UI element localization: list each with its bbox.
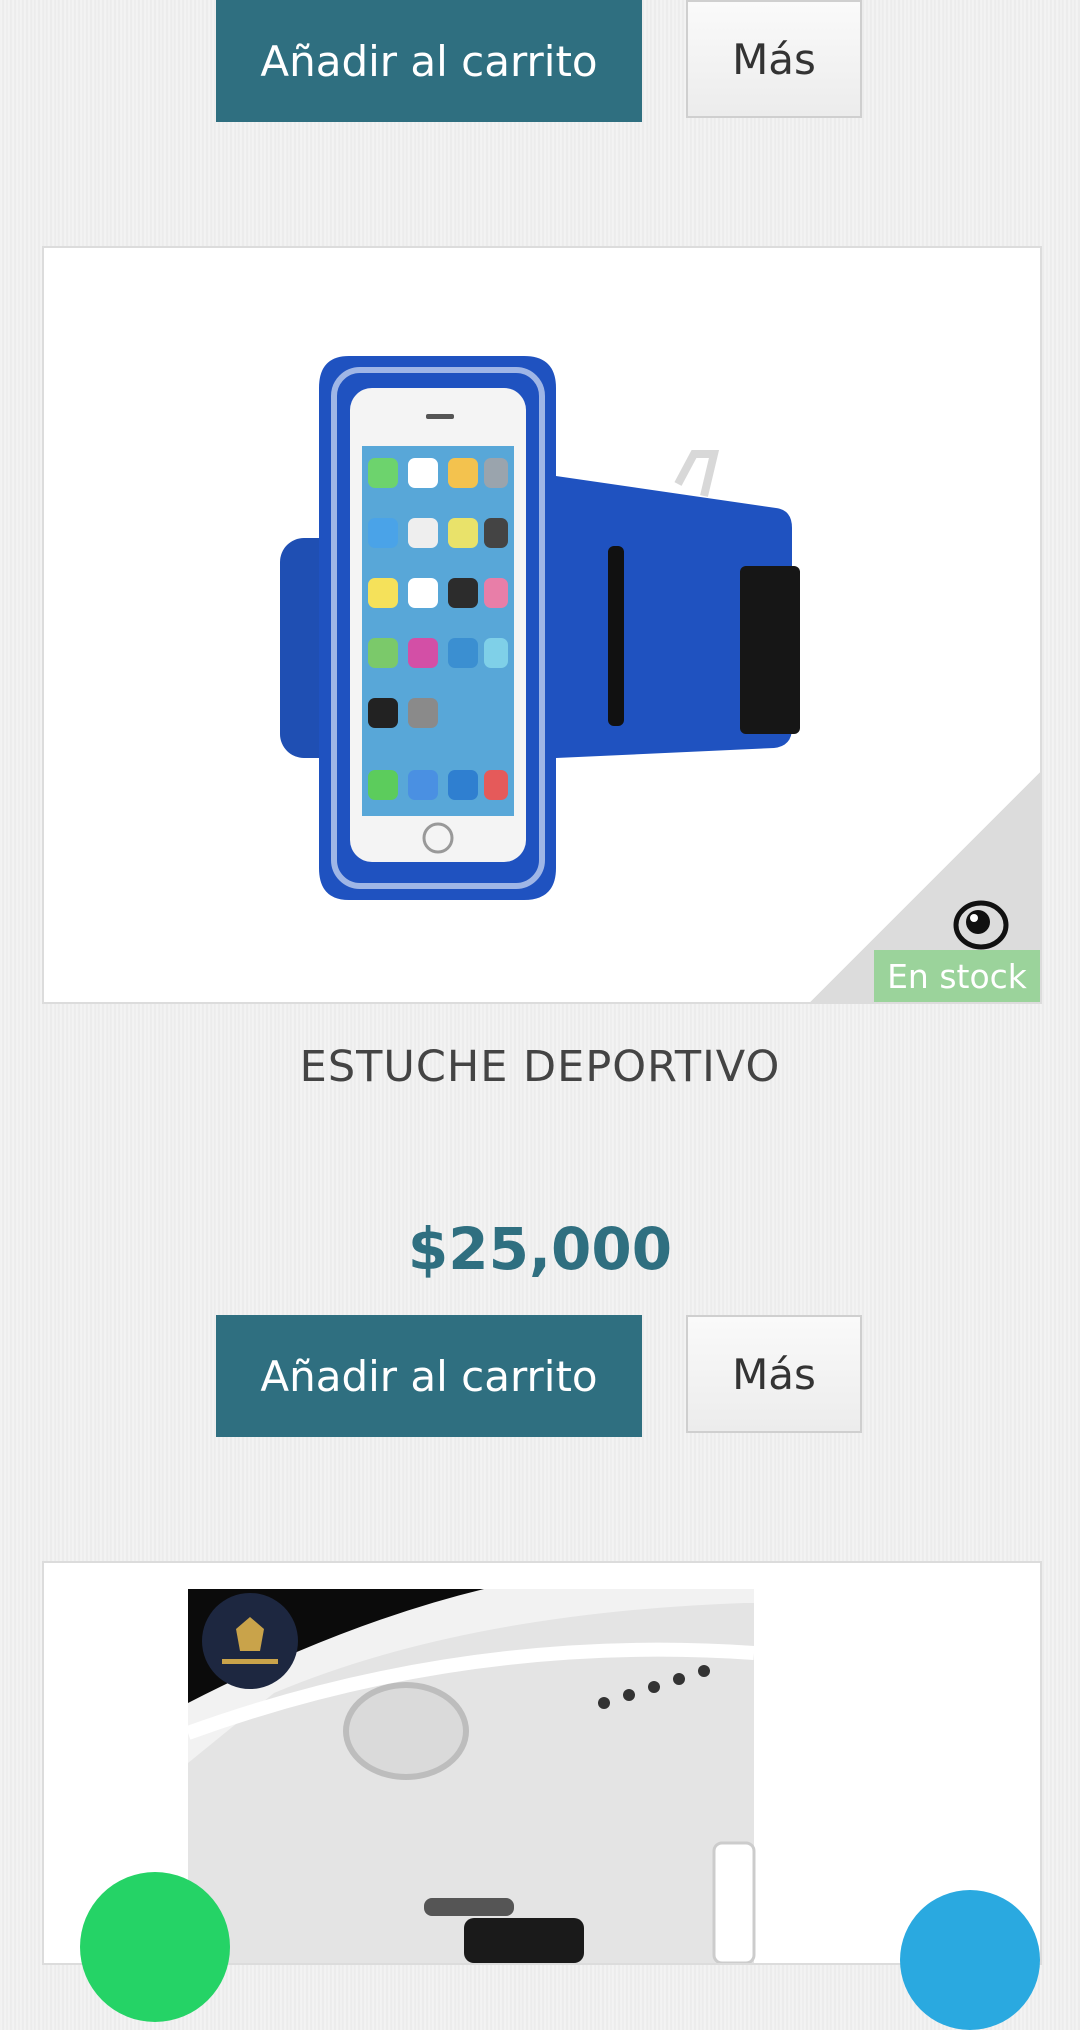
more-button[interactable]: Más (686, 1315, 862, 1433)
product-card[interactable]: En stock (42, 246, 1042, 1004)
store-logo-icon (202, 1593, 298, 1689)
chat-icon[interactable] (900, 1890, 1040, 2030)
add-to-cart-button[interactable]: Añadir al carrito (216, 0, 642, 122)
product-actions: Añadir al carrito Más (0, 1315, 1080, 1439)
product-title[interactable]: ESTUCHE DEPORTIVO (0, 1042, 1080, 1092)
product-price: $25,000 (407, 1215, 673, 1283)
add-to-cart-button[interactable]: Añadir al carrito (216, 1315, 642, 1437)
stock-status-badge: En stock (874, 950, 1040, 1002)
previous-product-actions: Añadir al carrito Más (0, 0, 1080, 124)
eye-icon[interactable] (952, 896, 1010, 954)
whatsapp-icon[interactable] (80, 1872, 230, 2022)
more-button[interactable]: Más (686, 0, 862, 118)
